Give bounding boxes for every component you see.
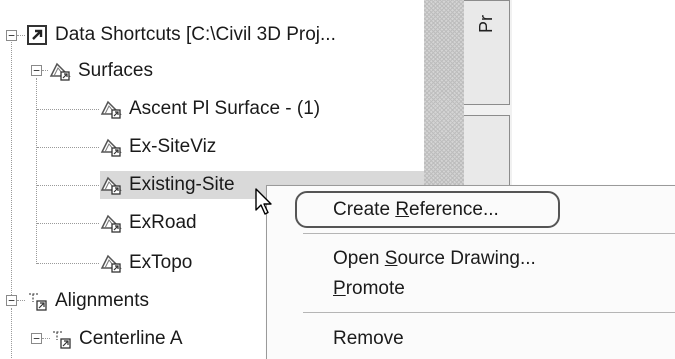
surface-icon xyxy=(100,254,122,273)
tree-node-alignments[interactable]: − Alignments xyxy=(0,284,156,318)
surface-icon xyxy=(100,100,122,119)
collapse-toggle[interactable]: − xyxy=(31,333,42,344)
tree-node-surface[interactable]: Ascent Pl Surface - (1) xyxy=(0,92,327,126)
tree-node-alignment[interactable]: − Centerline A xyxy=(0,322,190,356)
tree-node-label: ExTopo xyxy=(129,252,193,273)
tree-node-label: Ascent Pl Surface - (1) xyxy=(129,98,321,119)
menu-item-create-reference[interactable]: Create Reference... xyxy=(333,199,499,221)
menu-item-remove[interactable]: Remove xyxy=(333,328,404,350)
alignment-icon xyxy=(53,331,71,349)
tree-node-surface[interactable]: ExRoad xyxy=(0,206,204,240)
surface-icon xyxy=(100,176,122,195)
tree-node-label: Surfaces xyxy=(78,60,153,81)
menu-item-open-source-drawing[interactable]: Open Source Drawing... xyxy=(333,248,536,270)
tree-node-label: Alignments xyxy=(55,290,149,311)
collapse-toggle[interactable]: − xyxy=(6,295,17,306)
tree-node-data-shortcuts[interactable]: − Data Shortcuts [C:\Civil 3D Proj... xyxy=(0,18,343,52)
arrow-pointer-icon xyxy=(255,188,272,215)
tree-node-surfaces[interactable]: − Surfaces xyxy=(0,54,160,88)
tree-node-surface[interactable]: Ex-SiteViz xyxy=(0,130,223,164)
surface-folder-icon xyxy=(49,62,71,81)
menu-separator xyxy=(303,312,675,313)
tree-node-surface[interactable]: ExTopo xyxy=(0,246,199,280)
tab-label: Pr xyxy=(476,15,496,33)
alignment-folder-icon xyxy=(29,293,47,311)
tree-node-label: Data Shortcuts [C:\Civil 3D Proj... xyxy=(55,24,336,45)
data-shortcuts-icon xyxy=(27,25,47,45)
tree-node-label: ExRoad xyxy=(129,212,197,233)
tree-node-label: Centerline A xyxy=(79,328,183,349)
surface-icon xyxy=(100,138,122,157)
tree-node-label: Ex-SiteViz xyxy=(129,136,217,157)
menu-item-promote[interactable]: Promote xyxy=(333,278,405,300)
context-menu: Create Reference... Open Source Drawing.… xyxy=(266,185,675,359)
menu-separator xyxy=(303,233,675,234)
tree-node-label: Existing-Site xyxy=(129,174,235,195)
tab-prospector[interactable]: Pr xyxy=(464,0,510,105)
collapse-toggle[interactable]: − xyxy=(6,30,17,41)
collapse-toggle[interactable]: − xyxy=(31,65,42,76)
surface-icon xyxy=(100,214,122,233)
